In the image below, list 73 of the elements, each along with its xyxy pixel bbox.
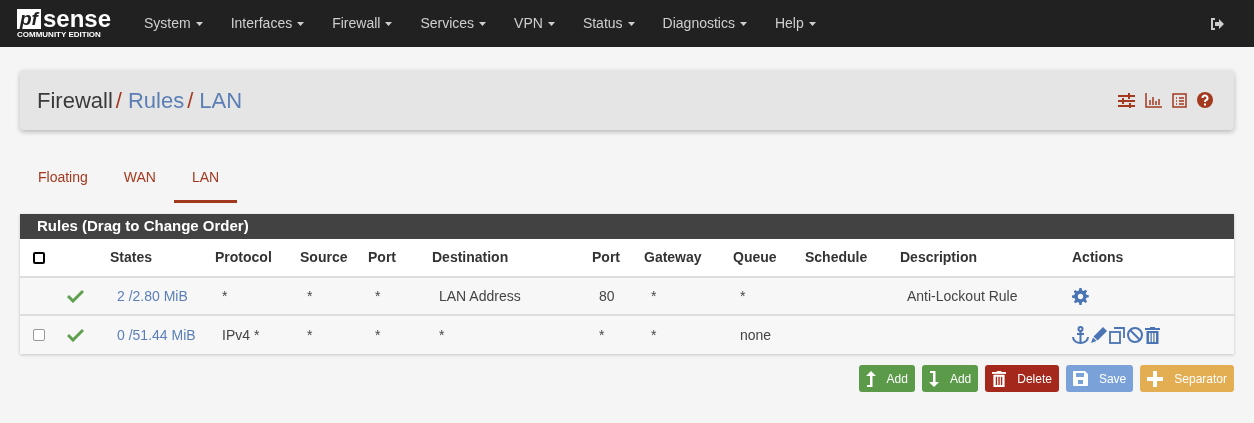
column-header: Port <box>591 248 621 267</box>
column-header: Port <box>367 248 397 267</box>
nav-menu[interactable]: Services <box>406 0 501 47</box>
table-cell: * <box>651 288 657 304</box>
caret-icon <box>808 21 816 26</box>
trash-icon[interactable] <box>1145 326 1160 344</box>
panel-title: Rules (Drag to Change Order) <box>37 216 249 237</box>
copy-icon[interactable] <box>1109 326 1125 344</box>
caret-icon <box>627 21 635 26</box>
breadcrumb-text: Firewall <box>37 86 113 115</box>
column-header: Actions <box>1071 248 1125 267</box>
checkbox[interactable] <box>33 251 45 264</box>
table-cell: none <box>740 327 772 343</box>
arrow-up-icon <box>865 370 876 387</box>
column-header: Queue <box>732 248 778 267</box>
table-cell: * <box>307 327 313 343</box>
nav-menu[interactable]: VPN <box>500 0 569 47</box>
nav-menu[interactable]: Help <box>760 0 830 47</box>
sliders-icon[interactable] <box>1118 92 1135 108</box>
table-cell: * <box>222 288 228 304</box>
trash-icon <box>992 370 1007 387</box>
column-header: Source <box>299 248 349 267</box>
caret-icon <box>547 21 555 26</box>
logo-subtitle: COMMUNITY EDITION <box>17 30 102 39</box>
table-cell: * <box>375 327 381 343</box>
caret-icon <box>195 21 203 26</box>
arrow-down-icon <box>928 370 939 387</box>
nav-menu[interactable]: Status <box>568 0 649 47</box>
caret-icon <box>739 21 747 26</box>
table-cell: IPv4 * <box>222 327 260 343</box>
delete-button[interactable]: Delete <box>985 365 1059 392</box>
ban-icon[interactable] <box>1127 327 1143 343</box>
nav-menu[interactable]: Diagnostics <box>648 0 761 47</box>
table-cell: LAN Address <box>439 288 521 304</box>
settings-icon[interactable] <box>1072 287 1089 305</box>
table-cell: * <box>740 288 746 304</box>
bar-chart-icon[interactable] <box>1145 92 1162 108</box>
logo-text[interactable]: sense <box>42 8 111 29</box>
help-icon[interactable] <box>1197 92 1213 108</box>
table-cell: * <box>599 327 605 343</box>
logo-mark[interactable]: pf <box>17 8 41 29</box>
column-header: Destination <box>431 248 510 267</box>
caret-icon <box>479 21 487 26</box>
anchor-icon[interactable] <box>1072 326 1089 344</box>
table-cell: * <box>439 327 445 343</box>
column-header: Protocol <box>214 248 273 267</box>
states-link[interactable]: 2 /2.80 MiB <box>117 288 188 304</box>
plus-icon <box>1147 370 1164 387</box>
tab[interactable]: Floating <box>20 167 106 203</box>
nav-menu[interactable]: Firewall <box>318 0 407 47</box>
column-header: Description <box>899 248 978 267</box>
tab[interactable]: LAN <box>173 167 238 203</box>
checkbox[interactable] <box>33 329 45 341</box>
caret-icon <box>297 21 305 26</box>
pencil-icon[interactable] <box>1091 327 1107 343</box>
list-icon[interactable] <box>1172 92 1187 108</box>
column-header: States <box>109 248 154 267</box>
logout-icon[interactable] <box>1210 17 1224 30</box>
tab[interactable]: WAN <box>105 167 174 203</box>
save-icon <box>1072 371 1088 386</box>
column-header: Gateway <box>643 248 703 267</box>
nav-menu[interactable]: System <box>130 0 217 47</box>
states-link[interactable]: 0 /51.44 MiB <box>117 327 196 343</box>
nav-menu[interactable]: Interfaces <box>216 0 319 47</box>
table-cell: * <box>375 288 381 304</box>
breadcrumb-separator: / <box>115 86 122 115</box>
caret-icon <box>385 21 393 26</box>
table-cell: Anti-Lockout Rule <box>907 288 1018 304</box>
table-cell: * <box>651 327 657 343</box>
column-header: Schedule <box>804 248 869 267</box>
table-cell: 80 <box>599 288 615 304</box>
table-cell: * <box>307 288 313 304</box>
breadcrumb-separator: / <box>187 86 194 115</box>
